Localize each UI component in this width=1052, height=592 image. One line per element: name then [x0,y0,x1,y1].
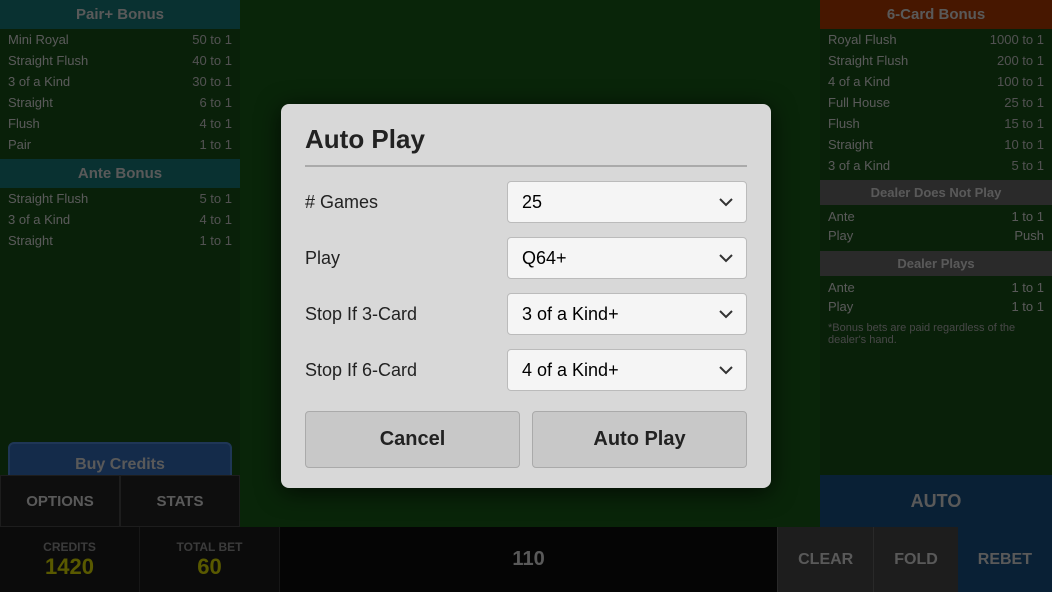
games-select[interactable]: 5102550100Infinite [507,181,747,223]
modal-title: Auto Play [305,124,747,167]
stop-three-label: Stop If 3-Card [305,304,507,325]
stop-six-label: Stop If 6-Card [305,360,507,381]
stop-three-select[interactable]: Never3 of a Kind+Straight+Flush+ [507,293,747,335]
cancel-button[interactable]: Cancel [305,411,520,468]
stop-six-row: Stop If 6-Card Never3 of a Kind+Straight… [305,349,747,391]
play-select[interactable]: AlwaysQ64+K64+ [507,237,747,279]
play-row: Play AlwaysQ64+K64+ [305,237,747,279]
modal-buttons: Cancel Auto Play [305,411,747,468]
modal-overlay: Auto Play # Games 5102550100Infinite Pla… [0,0,1052,592]
stop-six-select[interactable]: Never3 of a Kind+Straight+Flush+Full Hou… [507,349,747,391]
games-row: # Games 5102550100Infinite [305,181,747,223]
play-label: Play [305,248,507,269]
stop-three-row: Stop If 3-Card Never3 of a Kind+Straight… [305,293,747,335]
autoplay-modal: Auto Play # Games 5102550100Infinite Pla… [281,104,771,488]
autoplay-confirm-button[interactable]: Auto Play [532,411,747,468]
games-label: # Games [305,192,507,213]
game-background: Pair+ Bonus Mini Royal 50 to 1 Straight … [0,0,1052,592]
